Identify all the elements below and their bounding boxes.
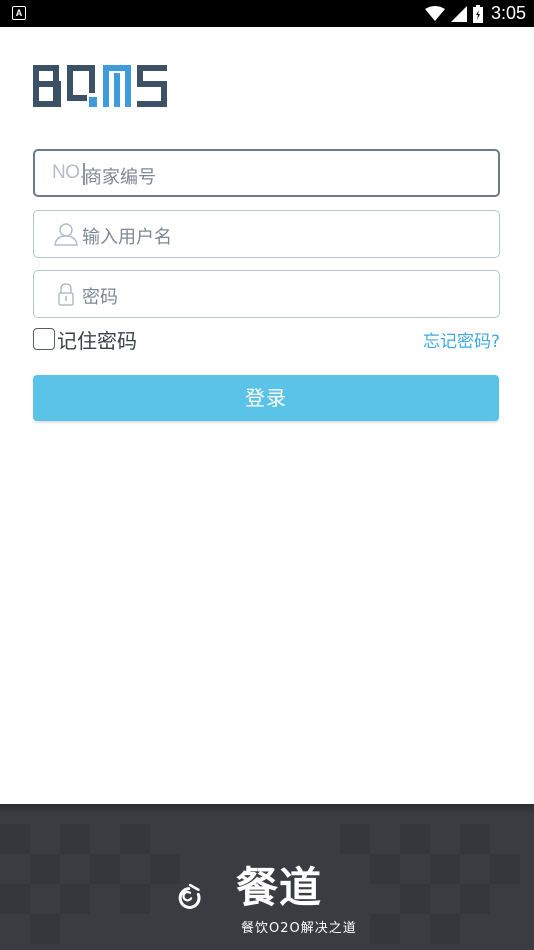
user-icon [54, 223, 78, 246]
password-placeholder: 密码 [82, 287, 118, 308]
lock-icon [58, 283, 74, 306]
candao-logo-mark [178, 883, 201, 909]
notification-icon: A [12, 6, 26, 20]
remember-password-label: 记住密码 [57, 328, 137, 353]
remember-password-checkbox[interactable] [33, 328, 55, 350]
merchant-prefix-label: NO. [52, 162, 85, 183]
status-icons: 3:05 [424, 0, 526, 27]
brand-slogan: 餐饮O2O解决之道 [241, 921, 357, 936]
wifi-icon [424, 5, 445, 21]
bqms-logo [33, 65, 167, 107]
brand-name: 餐道 [236, 863, 323, 912]
remember-password-row[interactable]: 记住密码 [33, 326, 137, 353]
login-button[interactable]: 登录 [33, 375, 499, 421]
username-input[interactable]: 输入用户名 [33, 210, 500, 258]
forgot-password-link[interactable]: 忘记密码? [423, 327, 500, 352]
signal-icon [450, 5, 467, 22]
clock: 3:05 [490, 3, 526, 23]
merchant-number-input[interactable]: NO. 商家编号 [33, 149, 500, 197]
username-placeholder: 输入用户名 [82, 227, 172, 248]
battery-icon [472, 4, 483, 23]
status-bar: A 3:05 [0, 0, 534, 27]
password-input[interactable]: 密码 [33, 270, 500, 318]
merchant-number-placeholder: 商家编号 [84, 167, 156, 188]
